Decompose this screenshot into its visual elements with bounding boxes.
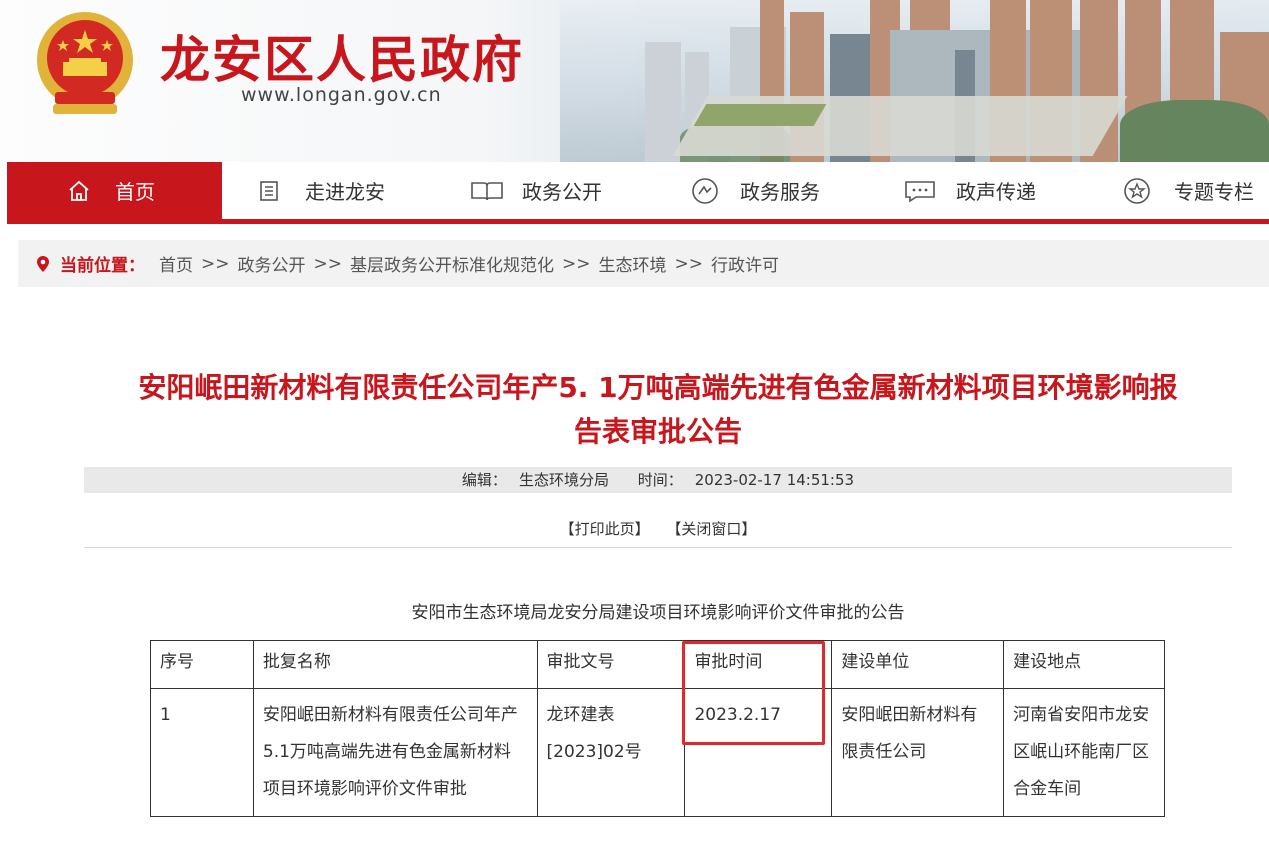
cell-date: 2023.2.17	[684, 688, 833, 817]
column-header-date: 审批时间	[684, 640, 833, 689]
breadcrumb-link-permit[interactable]: 行政许可	[711, 251, 779, 276]
article-title: 安阳岷田新材料有限责任公司年产5. 1万吨高端先进有色金属新材料项目环境影响报 …	[84, 366, 1232, 454]
nav-item-gov-open[interactable]: 政务公开	[470, 162, 602, 219]
nav-item-label: 政声传递	[956, 180, 1036, 204]
column-header-unit: 建设单位	[831, 640, 1005, 689]
service-icon	[692, 177, 718, 204]
nav-item-topics[interactable]: 专题专栏	[1122, 162, 1254, 219]
close-window-link[interactable]: 【关闭窗口】	[666, 520, 756, 538]
star-icon	[1124, 177, 1150, 204]
time-label: 时间：	[637, 471, 683, 489]
cell-no: 1	[150, 688, 254, 817]
national-emblem-icon	[37, 12, 133, 114]
print-page-link[interactable]: 【打印此页】	[560, 520, 650, 538]
breadcrumb-link-standardization[interactable]: 基层政务公开标准化规范化	[350, 251, 554, 276]
site-title[interactable]: 龙安区人民政府	[160, 20, 524, 92]
nav-item-gov-service[interactable]: 政务服务	[690, 162, 820, 219]
table-row: 1 安阳岷田新材料有限责任公司年产5.1万吨高端先进有色金属新材料项目环境影响评…	[150, 688, 1165, 817]
breadcrumb-separator: >>	[562, 253, 591, 274]
nav-item-home[interactable]: 首页	[7, 162, 222, 219]
nav-item-voice[interactable]: 政声传递	[902, 162, 1036, 219]
table-caption: 安阳市生态环境局龙安分局建设项目环境影响评价文件审批的公告	[411, 603, 905, 623]
breadcrumb: 当前位置： 首页 >> 政务公开 >> 基层政务公开标准化规范化 >> 生态环境…	[18, 240, 1269, 287]
nav-item-label: 走进龙安	[305, 180, 385, 204]
nav-item-label: 首页	[115, 180, 155, 204]
location-pin-icon	[37, 255, 49, 272]
breadcrumb-separator: >>	[674, 253, 704, 274]
nav-item-label: 政务服务	[740, 180, 820, 204]
column-header-location: 建设地点	[1003, 640, 1165, 689]
breadcrumb-label: 当前位置：	[60, 256, 145, 276]
editor-label: 编辑：	[461, 471, 507, 489]
breadcrumb-link-ecology[interactable]: 生态环境	[599, 251, 667, 276]
breadcrumb-link-gov-open[interactable]: 政务公开	[238, 251, 306, 276]
book-icon	[471, 181, 503, 200]
editor-value: 生态环境分局	[518, 471, 609, 489]
column-header-doc-no: 审批文号	[536, 640, 686, 689]
cell-unit: 安阳岷田新材料有限责任公司	[831, 688, 1005, 817]
cell-location: 河南省安阳市龙安区岷山环能南厂区合金车间	[1003, 688, 1165, 817]
cell-doc-no: 龙环建表[2023]02号	[536, 688, 686, 817]
message-icon	[905, 180, 935, 202]
table-header-row: 序号 批复名称 审批文号 审批时间 建设单位 建设地点	[150, 640, 1165, 689]
nav-item-label: 专题专栏	[1174, 180, 1254, 204]
time-value: 2023-02-17 14:51:53	[694, 471, 855, 489]
header-banner: 龙安区人民政府 www.longan.gov.cn	[0, 0, 1269, 162]
column-header-name: 批复名称	[252, 640, 538, 689]
article-tools: 【打印此页】 【关闭窗口】	[84, 518, 1232, 539]
article-title-line2: 告表审批公告	[573, 415, 742, 448]
cell-name: 安阳岷田新材料有限责任公司年产5.1万吨高端先进有色金属新材料项目环境影响评价文…	[252, 688, 538, 817]
column-header-no: 序号	[150, 640, 254, 689]
site-url[interactable]: www.longan.gov.cn	[241, 84, 442, 106]
breadcrumb-separator: >>	[313, 253, 343, 274]
article-title-line1: 安阳岷田新材料有限责任公司年产5. 1万吨高端先进有色金属新材料项目环境影响报	[138, 371, 1178, 404]
home-icon	[69, 180, 89, 201]
approvals-table: 序号 批复名称 审批文号 审批时间 建设单位 建设地点 1 安阳岷田新材料有限责…	[150, 640, 1165, 817]
article-meta: 编辑： 生态环境分局 时间： 2023-02-17 14:51:53	[84, 467, 1232, 493]
main-nav: 首页 走进龙安 政务公开 政务服务 政声传递 专题专栏	[7, 162, 1269, 224]
nav-item-about[interactable]: 走进龙安	[257, 162, 385, 219]
nav-item-label: 政务公开	[522, 180, 602, 204]
divider	[84, 547, 1232, 548]
list-icon	[260, 180, 278, 201]
breadcrumb-link-home[interactable]: 首页	[159, 251, 193, 276]
breadcrumb-separator: >>	[201, 253, 230, 274]
